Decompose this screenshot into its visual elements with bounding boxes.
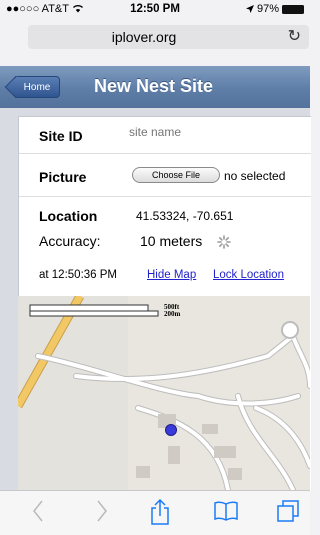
- location-arrow-icon: [245, 5, 254, 13]
- hide-map-link[interactable]: Hide Map: [147, 269, 196, 281]
- battery-icon: [282, 4, 304, 14]
- site-id-row: Site ID: [19, 117, 311, 154]
- nav-bar: Home New Nest Site: [0, 66, 310, 109]
- share-icon[interactable]: [150, 499, 170, 525]
- home-back-label: Home: [23, 81, 51, 93]
- scale-m-label: 200m: [164, 310, 181, 318]
- back-icon[interactable]: [32, 499, 44, 523]
- picture-label: Picture: [39, 169, 87, 185]
- map-canvas[interactable]: 500ft 200m: [18, 296, 310, 490]
- accuracy-value: 10 meters: [140, 233, 203, 249]
- site-id-input[interactable]: [129, 125, 289, 139]
- choose-file-button[interactable]: Choose File: [132, 167, 220, 183]
- browser-toolbar: [0, 490, 310, 535]
- spinner-icon: [217, 235, 231, 249]
- bookmarks-icon[interactable]: [214, 499, 238, 523]
- home-back-button[interactable]: Home: [14, 76, 60, 98]
- location-marker-icon: [165, 424, 177, 436]
- forward-icon[interactable]: [96, 499, 108, 523]
- reload-icon[interactable]: ↻: [288, 26, 301, 46]
- lock-location-link[interactable]: Lock Location: [213, 269, 284, 281]
- location-label: Location: [39, 208, 98, 224]
- accuracy-label: Accuracy:: [39, 233, 101, 249]
- map-view[interactable]: 500ft 200m: [18, 296, 310, 490]
- site-id-label: Site ID: [39, 128, 83, 144]
- no-file-text: no selected: [224, 169, 286, 183]
- page-title: New Nest Site: [94, 76, 214, 96]
- timestamp-text: at 12:50:36 PM: [39, 269, 117, 281]
- address-bar[interactable]: iplover.org ↻: [28, 25, 309, 49]
- location-value: 41.53324, -70.651: [136, 209, 234, 223]
- tabs-icon[interactable]: [276, 499, 300, 523]
- url-text: iplover.org: [111, 29, 177, 45]
- battery-percent: 97%: [256, 3, 279, 15]
- battery-group: 97%: [245, 3, 304, 15]
- status-bar: ●●○○○ AT&T 12:50 PM 97%: [0, 0, 310, 20]
